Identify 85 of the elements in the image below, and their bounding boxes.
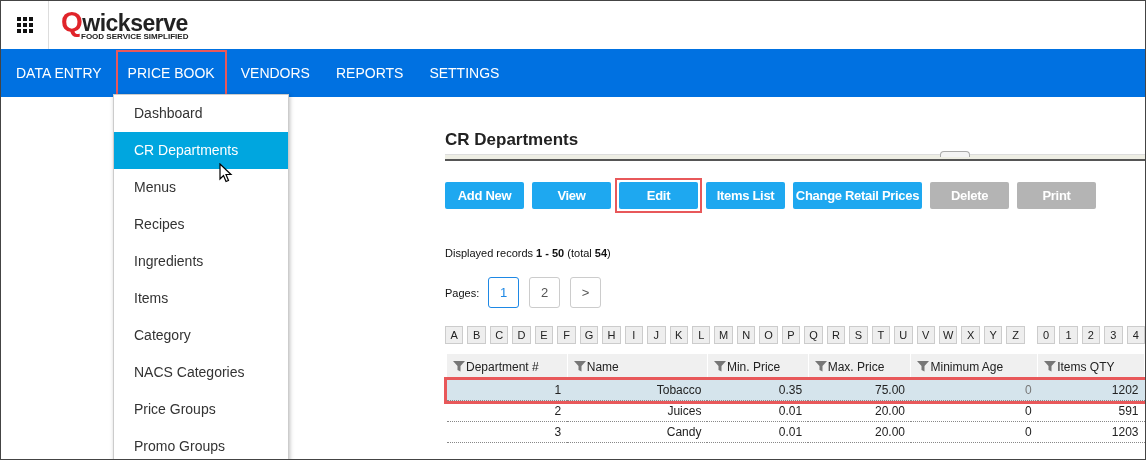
page-title: CR Departments (445, 130, 580, 151)
filter-icon[interactable] (573, 360, 586, 372)
letter-button[interactable]: 0 (1036, 326, 1056, 344)
column-header[interactable]: Max. Price (808, 354, 911, 380)
letter-button[interactable]: 3 (1104, 326, 1123, 344)
letter-button[interactable]: D (512, 326, 531, 344)
menu-item[interactable]: Items (114, 280, 288, 317)
pages-label: Pages: (445, 286, 478, 299)
table-cell: 0 (911, 380, 1038, 401)
table-cell: 20.00 (808, 421, 911, 443)
table-cell: 3 (447, 421, 568, 443)
letter-button[interactable]: O (759, 326, 778, 344)
letter-button[interactable]: P (781, 326, 801, 344)
menu-item[interactable]: Price Groups (114, 391, 288, 428)
letter-button[interactable]: R (826, 326, 846, 344)
menu-item[interactable]: Dashboard (114, 95, 288, 132)
table-cell: 1203 (1037, 421, 1145, 443)
letter-button[interactable]: Z (1006, 326, 1025, 344)
letter-button[interactable]: F (557, 326, 576, 344)
letter-button[interactable]: B (467, 326, 486, 344)
page-button[interactable]: 2 (529, 277, 560, 308)
menu-item[interactable]: Menus (114, 169, 288, 206)
letter-button[interactable]: N (736, 326, 756, 344)
letter-button[interactable]: I (624, 326, 644, 344)
letter-button[interactable]: 2 (1081, 326, 1101, 344)
letter-button[interactable]: V (916, 326, 935, 344)
menu-item[interactable]: NACS Categories (114, 354, 288, 391)
menu-item[interactable]: Promo Groups (114, 428, 288, 459)
column-header[interactable]: Name (567, 354, 708, 380)
splitter[interactable] (445, 154, 1145, 161)
nav-item[interactable]: REPORTS (323, 50, 416, 96)
letter-button[interactable]: L (692, 326, 711, 344)
nav-item[interactable]: DATA ENTRY (4, 50, 114, 96)
table-cell: Candy (567, 421, 708, 443)
filter-icon[interactable] (814, 360, 827, 372)
letter-button[interactable]: M (714, 326, 733, 344)
table-cell: 0.35 (707, 380, 809, 401)
filter-icon[interactable] (453, 360, 465, 372)
letter-button[interactable]: C (489, 326, 509, 344)
letter-button[interactable]: J (647, 326, 666, 344)
app-grid-icon[interactable] (16, 17, 33, 33)
letter-button[interactable]: T (871, 326, 891, 344)
table-cell: 0 (911, 400, 1038, 422)
letter-button[interactable]: S (849, 326, 868, 344)
letter-button[interactable]: G (579, 326, 599, 344)
table-cell: 1 (447, 380, 568, 401)
column-header[interactable]: Items QTY (1037, 354, 1145, 380)
letter-button[interactable]: H (602, 326, 621, 344)
filter-icon[interactable] (1044, 360, 1057, 372)
filter-icon[interactable] (917, 360, 930, 372)
table-cell: 591 (1037, 400, 1145, 422)
page-button[interactable]: 1 (488, 277, 519, 308)
selected-row[interactable]: 1 Tobacco 0.35 75.00 0 1202 (447, 380, 1145, 401)
table-cell: Juices (567, 400, 708, 422)
table-cell: 0.01 (707, 421, 809, 443)
table-cell: 2 (447, 400, 568, 422)
table-cell: 1202 (1037, 380, 1145, 401)
letter-button[interactable]: U (894, 326, 913, 344)
filter-icon[interactable] (713, 360, 726, 372)
menu-item[interactable]: Category (114, 317, 288, 354)
page-button[interactable]: > (570, 277, 601, 308)
letter-button[interactable]: K (669, 326, 688, 344)
letter-button[interactable]: 4 (1126, 326, 1145, 344)
letter-button[interactable]: E (534, 326, 554, 344)
letter-button[interactable]: W (938, 326, 958, 344)
letter-button[interactable]: Q (804, 326, 823, 344)
table-cell: 0 (911, 421, 1038, 443)
letter-button[interactable]: A (445, 326, 464, 344)
nav-item[interactable]: SETTINGS (417, 50, 512, 96)
table-cell: 0.01 (707, 400, 809, 422)
column-header[interactable]: Minimum Age (911, 354, 1038, 380)
menu-item[interactable]: Ingredients (114, 243, 288, 280)
letter-button[interactable]: Y (983, 326, 1003, 344)
table-cell: Tobacco (567, 380, 708, 401)
letter-button[interactable]: 1 (1059, 326, 1078, 344)
letter-button[interactable]: X (961, 326, 980, 344)
table-cell: 75.00 (808, 380, 911, 401)
menu-item[interactable]: Recipes (114, 206, 288, 243)
records-info: Displayed records 1 - 50 (total 54) (445, 247, 612, 259)
nav-item[interactable]: VENDORS (228, 50, 322, 96)
splitter-handle[interactable] (940, 151, 970, 157)
column-header[interactable]: Department # (447, 354, 568, 380)
column-header[interactable]: Min. Price (707, 354, 809, 380)
table-cell: 20.00 (808, 400, 911, 422)
mouse-pointer-icon (219, 163, 233, 183)
